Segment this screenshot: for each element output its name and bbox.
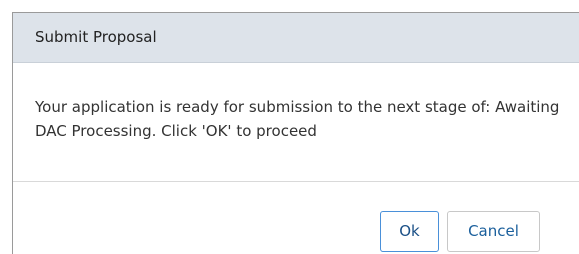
dialog-header: Submit Proposal xyxy=(13,13,579,63)
cancel-button[interactable]: Cancel xyxy=(447,211,540,252)
ok-button[interactable]: Ok xyxy=(380,211,439,252)
dialog-message: Your application is ready for submission… xyxy=(35,98,560,140)
submit-proposal-dialog: Submit Proposal Your application is read… xyxy=(12,12,579,254)
dialog-title: Submit Proposal xyxy=(35,28,157,46)
footer-divider xyxy=(13,181,579,182)
